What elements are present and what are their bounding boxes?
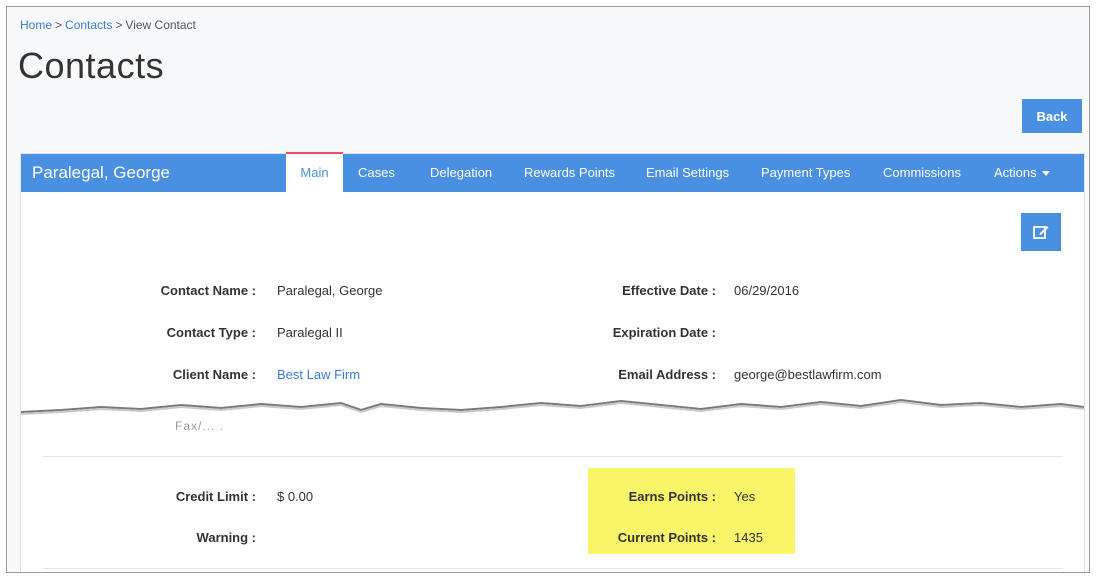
tab-payment-types[interactable]: Payment Types bbox=[761, 154, 850, 192]
contact-name-label: Contact Name : bbox=[160, 283, 256, 298]
earns-points-label: Earns Points : bbox=[628, 489, 716, 504]
tab-delegation[interactable]: Delegation bbox=[430, 154, 492, 192]
app-frame: Home > Contacts > View Contact Contacts Back… bbox=[6, 6, 1090, 573]
contact-name-value: Paralegal, George bbox=[277, 283, 383, 298]
contact-type-value: Paralegal II bbox=[277, 325, 343, 340]
partial-field-label: Fax/... . bbox=[175, 419, 225, 433]
tab-commissions[interactable]: Commissions bbox=[883, 154, 961, 192]
credit-limit-value: $ 0.00 bbox=[277, 489, 314, 504]
tab-actions[interactable]: Actions bbox=[994, 154, 1050, 192]
breadcrumb: Home > Contacts > View Contact bbox=[20, 18, 196, 32]
tab-main[interactable]: Main bbox=[286, 152, 343, 194]
caret-down-icon bbox=[1041, 171, 1050, 177]
page-title: Contacts bbox=[18, 45, 165, 86]
expiration-date-label: Expiration Date : bbox=[612, 325, 716, 340]
breadcrumb-contacts-link[interactable]: Contacts bbox=[65, 18, 112, 32]
contact-panel: Paralegal, George Main Cases Delegation … bbox=[20, 152, 1085, 572]
contact-type-label: Contact Type : bbox=[166, 325, 256, 340]
current-points-label: Current Points : bbox=[617, 530, 716, 545]
contact-header-name: Paralegal, George bbox=[32, 163, 170, 182]
email-address-label: Email Address : bbox=[618, 367, 716, 382]
effective-date-value: 06/29/2016 bbox=[734, 283, 800, 298]
tab-cases[interactable]: Cases bbox=[358, 154, 395, 192]
current-points-value: 1435 bbox=[734, 530, 763, 545]
tab-actions-label: Actions bbox=[994, 165, 1037, 180]
breadcrumb-separator: > bbox=[115, 18, 123, 32]
section-divider bbox=[43, 568, 1063, 569]
client-name-link[interactable]: Best Law Firm bbox=[277, 367, 360, 382]
earns-points-value: Yes bbox=[734, 489, 756, 504]
tab-rewards-points[interactable]: Rewards Points bbox=[524, 154, 615, 192]
section-divider bbox=[43, 456, 1063, 457]
email-address-value: george@bestlawfirm.com bbox=[734, 367, 882, 382]
breadcrumb-current: View Contact bbox=[125, 18, 196, 32]
warning-label: Warning : bbox=[196, 530, 256, 545]
edit-button[interactable] bbox=[1021, 213, 1061, 251]
client-name-label: Client Name : bbox=[172, 367, 256, 382]
contact-header-bar: Paralegal, George Main Cases Delegation … bbox=[21, 152, 1084, 194]
effective-date-label: Effective Date : bbox=[622, 283, 716, 298]
tab-email-settings[interactable]: Email Settings bbox=[646, 154, 729, 192]
breadcrumb-separator: > bbox=[55, 18, 63, 32]
edit-icon bbox=[1033, 226, 1049, 239]
credit-limit-label: Credit Limit : bbox=[175, 489, 256, 504]
back-button[interactable]: Back bbox=[1022, 99, 1082, 133]
breadcrumb-home-link[interactable]: Home bbox=[20, 18, 52, 32]
